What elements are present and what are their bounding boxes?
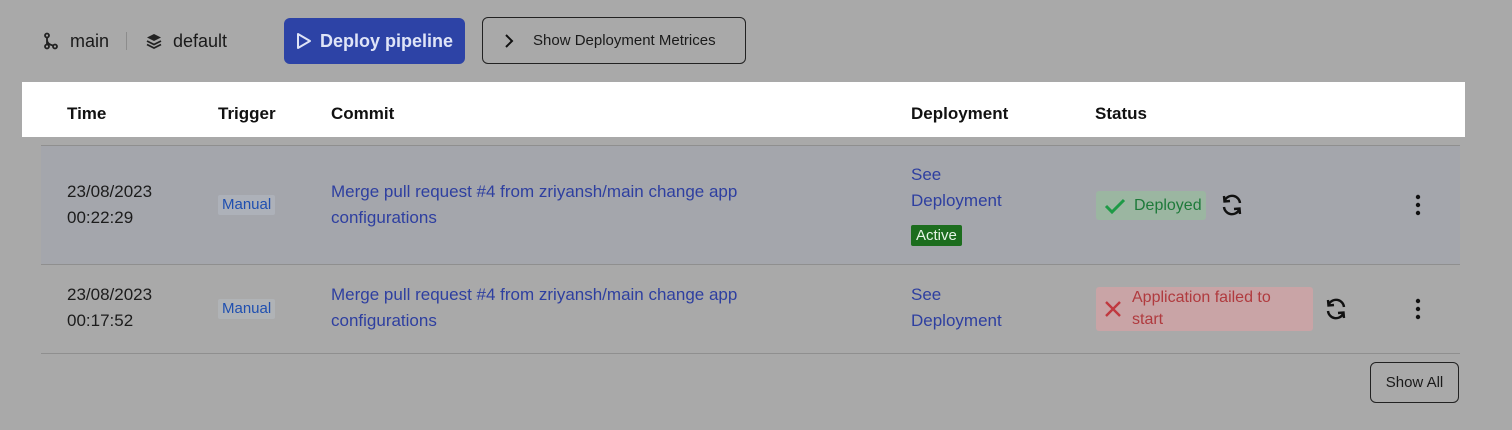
close-icon (1104, 300, 1122, 318)
table-row: 23/08/2023 00:22:29 Manual Merge pull re… (41, 145, 1460, 265)
header-time: Time (67, 104, 107, 123)
git-branch-icon (42, 32, 60, 50)
show-all-button[interactable]: Show All (1370, 362, 1459, 403)
see-deployment-label: See (911, 165, 942, 184)
more-options-icon[interactable] (1408, 190, 1428, 220)
branch-name: main (70, 30, 110, 51)
more-options-icon[interactable] (1408, 294, 1428, 324)
active-badge: Active (911, 225, 962, 246)
environment-name: default (173, 30, 228, 51)
status-badge: Application failed to start (1096, 287, 1313, 331)
show-deployment-metrics-label: Show Deployment Metrices (533, 32, 716, 49)
play-icon (296, 32, 312, 50)
row-time: 00:17:52 (67, 311, 134, 330)
status-text: Application failed to start (1132, 289, 1271, 328)
refresh-icon[interactable] (1324, 297, 1348, 326)
table-row: 23/08/2023 00:17:52 Manual Merge pull re… (41, 264, 1460, 354)
status-text: Deployed (1134, 196, 1202, 214)
row-date: 23/08/2023 (67, 285, 153, 304)
see-deployment-label-line2: Deployment (911, 311, 1002, 330)
time-cell: 23/08/2023 00:17:52 (67, 282, 152, 334)
see-deployment-label: See (911, 285, 942, 304)
header-status: Status (1095, 104, 1147, 123)
check-icon (1104, 197, 1126, 215)
see-deployment-link[interactable]: See Deployment (911, 162, 1002, 214)
table-header: Time Trigger Commit Deployment Status (22, 82, 1465, 137)
status-badge: Deployed (1096, 191, 1206, 220)
trigger-badge: Manual (218, 195, 276, 215)
header-deployment: Deployment (911, 104, 1009, 123)
deploy-pipeline-label: Deploy pipeline (319, 30, 454, 51)
divider (126, 32, 127, 50)
layers-icon (145, 32, 163, 50)
commit-link[interactable]: Merge pull request #4 from zriyansh/main… (331, 282, 801, 334)
chevron-right-icon (503, 33, 515, 49)
commit-link[interactable]: Merge pull request #4 from zriyansh/main… (331, 179, 801, 231)
show-all-label: Show All (1385, 374, 1444, 391)
row-date: 23/08/2023 (67, 182, 153, 201)
time-cell: 23/08/2023 00:22:29 (67, 179, 152, 231)
environment-selector[interactable]: default (145, 30, 227, 52)
refresh-icon[interactable] (1220, 193, 1244, 222)
trigger-badge: Manual (218, 299, 276, 319)
see-deployment-link[interactable]: See Deployment (911, 282, 1002, 334)
show-deployment-metrics-button[interactable]: Show Deployment Metrices (482, 17, 746, 64)
branch-selector[interactable]: main (42, 30, 109, 52)
row-time: 00:22:29 (67, 208, 134, 227)
header-commit: Commit (331, 104, 395, 123)
header-trigger: Trigger (218, 104, 276, 123)
toolbar: main default Deploy pipeline Show Deploy… (0, 0, 1512, 82)
deploy-pipeline-button[interactable]: Deploy pipeline (284, 18, 465, 64)
see-deployment-label-line2: Deployment (911, 191, 1002, 210)
